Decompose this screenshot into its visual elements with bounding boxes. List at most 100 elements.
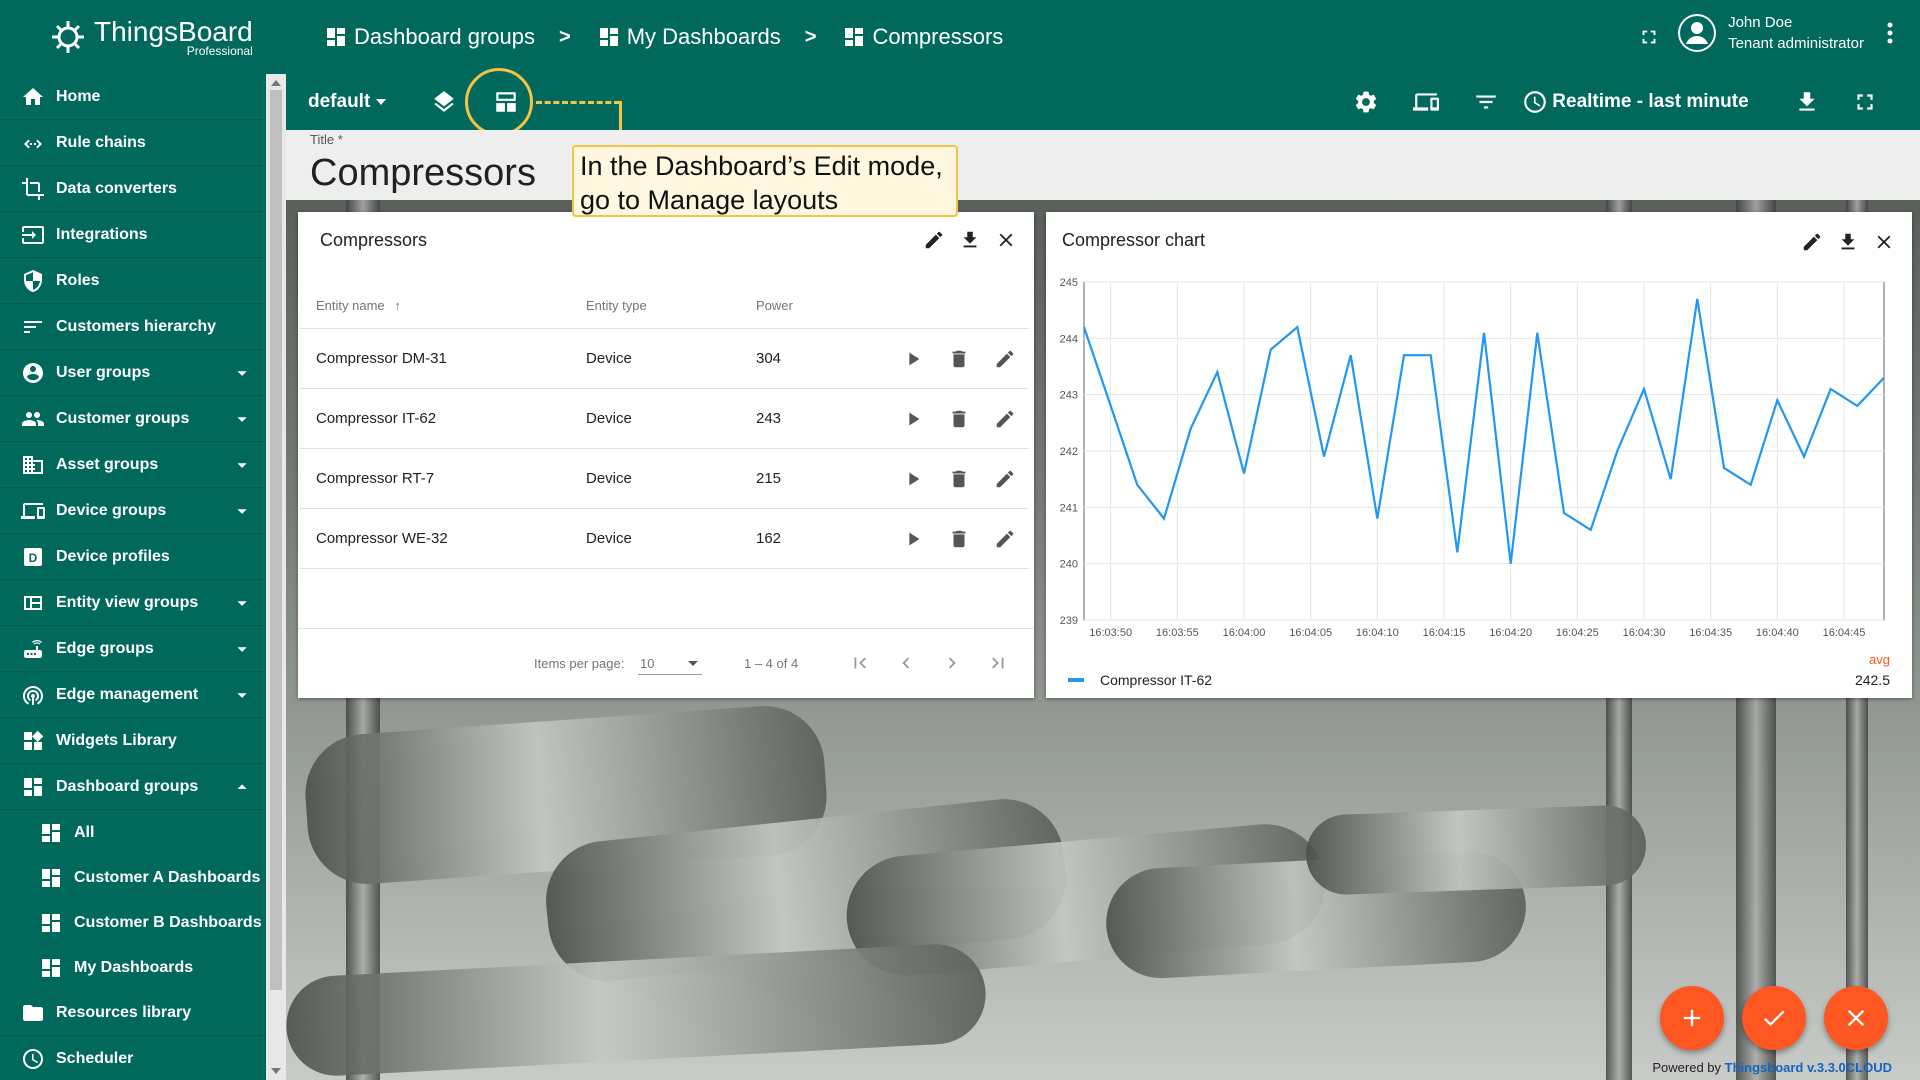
chart-legend-item[interactable]: Compressor IT-62	[1068, 672, 1212, 688]
breadcrumb-my-dashboards[interactable]: My Dashboards >	[597, 24, 816, 50]
logo[interactable]: ThingsBoard Professional	[0, 0, 286, 74]
sidebar-scrollbar[interactable]	[266, 74, 286, 1080]
more-vert-icon[interactable]	[1886, 21, 1894, 45]
schedule-icon	[20, 1046, 46, 1072]
powered-by-link[interactable]: Thingsboard v.3.3.0CLOUD	[1725, 1060, 1892, 1075]
chevron-down-icon[interactable]	[232, 593, 252, 613]
sidebar-item-widgets-library[interactable]: Widgets Library	[0, 718, 266, 764]
dashboard-icon	[38, 910, 64, 936]
edit-icon[interactable]	[982, 525, 1028, 553]
y-tick-label: 241	[1060, 502, 1078, 514]
chevron-down-icon[interactable]	[232, 409, 252, 429]
sidebar-item-label: Edge groups	[56, 639, 154, 657]
dashboard-icon	[327, 28, 345, 46]
chevron-down-icon[interactable]	[232, 455, 252, 475]
breadcrumb-dashboard-groups[interactable]: Dashboard groups >	[324, 24, 571, 50]
sidebar-item-integrations[interactable]: Integrations	[0, 212, 266, 258]
sidebar-item-data-converters[interactable]: Data converters	[0, 166, 266, 212]
sidebar-item-edge-groups[interactable]: Edge groups	[0, 626, 266, 672]
decline-changes-button[interactable]	[1824, 986, 1888, 1050]
sidebar-item-all[interactable]: All	[0, 810, 266, 855]
sidebar-item-scheduler[interactable]: Scheduler	[0, 1036, 266, 1080]
fullscreen-icon[interactable]	[1638, 26, 1660, 48]
play-icon[interactable]	[890, 465, 936, 493]
first-page-icon[interactable]	[846, 649, 874, 677]
dashboard-title-input[interactable]: Compressors	[310, 152, 536, 195]
x-tick-label: 16:04:15	[1423, 627, 1466, 639]
chevron-up-icon[interactable]	[232, 777, 252, 797]
table-row[interactable]: Compressor IT-62 Device 243	[300, 388, 1028, 448]
sidebar-item-customers-hierarchy[interactable]: Customers hierarchy	[0, 304, 266, 350]
layers-icon[interactable]	[430, 88, 458, 116]
sidebar-item-asset-groups[interactable]: Asset groups	[0, 442, 266, 488]
column-header-power[interactable]: Power	[756, 298, 793, 313]
sidebar-item-device-profiles[interactable]: D Device profiles	[0, 534, 266, 580]
delete-icon[interactable]	[936, 405, 982, 433]
add-widget-button[interactable]	[1660, 986, 1724, 1050]
timewindow-selector[interactable]: Realtime - last minute	[1522, 89, 1749, 115]
last-page-icon[interactable]	[984, 649, 1012, 677]
sidebar-item-customer-b-dashboards[interactable]: Customer B Dashboards	[0, 900, 266, 945]
sidebar-item-label: Entity view groups	[56, 593, 199, 611]
settings-icon[interactable]	[1352, 88, 1380, 116]
scrollbar-thumb[interactable]	[270, 90, 282, 990]
download-icon[interactable]	[1793, 88, 1821, 116]
sidebar-item-label: Widgets Library	[56, 731, 177, 749]
filter-icon[interactable]	[1472, 88, 1500, 116]
column-header-entity-name[interactable]: Entity name ↑	[316, 298, 401, 313]
widget-title: Compressors	[320, 230, 428, 250]
check-icon	[1763, 1010, 1785, 1027]
devices-icon	[20, 498, 46, 524]
table-row[interactable]: Compressor WE-32 Device 162	[300, 508, 1028, 568]
sidebar-item-label: Resources library	[56, 1003, 192, 1021]
close-icon[interactable]	[988, 226, 1024, 254]
apply-changes-button[interactable]	[1742, 986, 1806, 1050]
table-row[interactable]: Compressor RT-7 Device 215	[300, 448, 1028, 508]
sidebar-item-resources-library[interactable]: Resources library	[0, 990, 266, 1036]
edit-icon[interactable]	[982, 465, 1028, 493]
play-icon[interactable]	[890, 525, 936, 553]
play-icon[interactable]	[890, 345, 936, 373]
chevron-down-icon[interactable]	[232, 501, 252, 521]
layout-select[interactable]: default	[308, 91, 387, 113]
sidebar-item-user-groups[interactable]: User groups	[0, 350, 266, 396]
next-page-icon[interactable]	[938, 649, 966, 677]
download-icon[interactable]	[952, 226, 988, 254]
legend-label: Compressor IT-62	[1100, 672, 1213, 688]
chevron-down-icon[interactable]	[232, 363, 252, 383]
column-header-entity-type[interactable]: Entity type	[586, 298, 647, 313]
sidebar-item-rule-chains[interactable]: Rule chains	[0, 120, 266, 166]
sidebar-item-my-dashboards[interactable]: My Dashboards	[0, 945, 266, 990]
powered-by: Powered by Thingsboard v.3.3.0CLOUD	[1652, 1060, 1892, 1075]
items-per-page-select[interactable]: 10	[638, 651, 702, 675]
chevron-down-icon[interactable]	[232, 639, 252, 659]
chevron-down-icon[interactable]	[232, 685, 252, 705]
scroll-up-arrow[interactable]	[271, 80, 281, 86]
sidebar-item-customer-a-dashboards[interactable]: Customer A Dashboards	[0, 855, 266, 900]
sidebar-item-entity-view-groups[interactable]: Entity view groups	[0, 580, 266, 626]
sidebar-item-device-groups[interactable]: Device groups	[0, 488, 266, 534]
play-icon[interactable]	[890, 405, 936, 433]
edit-icon[interactable]	[916, 226, 952, 254]
edit-icon[interactable]	[982, 345, 1028, 373]
delete-icon[interactable]	[936, 345, 982, 373]
previous-page-icon[interactable]	[892, 649, 920, 677]
sidebar-item-dashboard-groups[interactable]: Dashboard groups	[0, 764, 266, 810]
sidebar-item-roles[interactable]: Roles	[0, 258, 266, 304]
sidebar-item-label: Scheduler	[56, 1049, 134, 1067]
user-name: John Doe	[1728, 14, 1793, 31]
fullscreen-icon[interactable]	[1851, 88, 1879, 116]
edit-icon[interactable]	[982, 405, 1028, 433]
sidebar-item-edge-management[interactable]: Edge management	[0, 672, 266, 718]
scroll-down-arrow[interactable]	[271, 1068, 281, 1074]
user-menu[interactable]: John Doe Tenant administrator	[1678, 14, 1894, 52]
delete-icon[interactable]	[936, 465, 982, 493]
table-row[interactable]: Compressor DM-31 Device 304	[300, 328, 1028, 388]
router-icon	[20, 636, 46, 662]
sidebar-item-home[interactable]: Home	[0, 74, 266, 120]
devices-icon[interactable]	[1412, 88, 1440, 116]
sidebar-item-customer-groups[interactable]: Customer groups	[0, 396, 266, 442]
title-field-label: Title *	[310, 132, 343, 147]
sidebar-item-label: Dashboard groups	[56, 777, 199, 795]
delete-icon[interactable]	[936, 525, 982, 553]
